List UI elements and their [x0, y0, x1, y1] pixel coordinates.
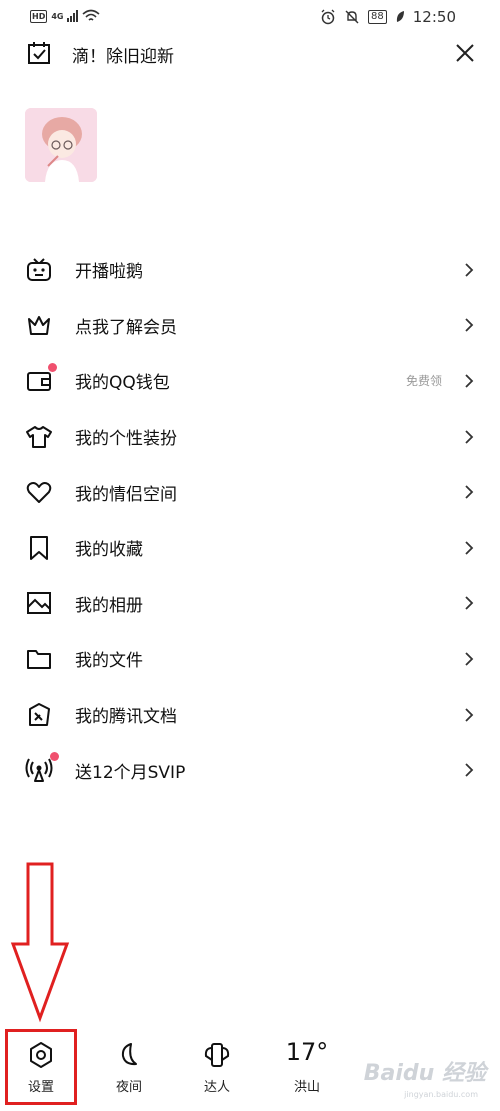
trophy-wings-icon	[204, 1043, 230, 1067]
avatar-illustration	[25, 108, 97, 182]
menu-item-dressup[interactable]: 我的个性装扮	[0, 409, 500, 465]
drawer-menu: 开播啦鹅 点我了解会员 我的QQ钱包 免费领 我的个性装扮 我的情侣空间 我的收…	[0, 242, 500, 798]
menu-item-favorites[interactable]: 我的收藏	[0, 520, 500, 576]
bookmark-icon	[30, 535, 48, 560]
chevron-right-icon	[465, 485, 474, 499]
night-label: 夜间	[115, 1080, 142, 1095]
status-left: HD 4G	[30, 9, 101, 23]
moon-icon	[121, 1043, 137, 1066]
heart-icon	[26, 482, 52, 504]
menu-item-wallet[interactable]: 我的QQ钱包 免费领	[0, 353, 500, 409]
crown-icon	[28, 316, 50, 336]
settings-button[interactable]: 设置	[8, 1030, 74, 1104]
chevron-right-icon	[465, 318, 474, 333]
settings-icon	[30, 1042, 52, 1068]
watermark-url: jingyan.baidu.com	[404, 1090, 478, 1099]
close-icon[interactable]	[452, 40, 478, 66]
chevron-right-icon	[465, 707, 474, 722]
chevron-right-icon	[465, 596, 474, 610]
signal-icon	[67, 10, 79, 22]
notification-dot	[50, 752, 59, 762]
status-right: 88 12:50	[320, 8, 456, 26]
menu-item-tencent-docs[interactable]: 我的腾讯文档	[0, 687, 500, 743]
chevron-right-icon	[465, 652, 474, 666]
menu-item-label: 开播啦鹅	[75, 262, 143, 283]
menu-item-album[interactable]: 我的相册	[0, 576, 500, 632]
wallet-icon	[27, 371, 51, 391]
mute-icon	[345, 10, 359, 24]
clock: 12:50	[412, 8, 456, 26]
watermark-logo: Baidu 经验	[363, 1061, 486, 1086]
menu-item-membership[interactable]: 点我了解会员	[0, 298, 500, 354]
chevron-right-icon	[465, 263, 474, 277]
tshirt-icon	[26, 425, 52, 448]
settings-label: 设置	[27, 1080, 54, 1095]
calendar-check-icon[interactable]	[26, 40, 52, 66]
weather-widget[interactable]: 17° 洪山	[274, 1030, 340, 1104]
menu-item-couple-space[interactable]: 我的情侣空间	[0, 464, 500, 520]
free-claim-hint: 免费领	[405, 374, 442, 389]
menu-item-label: 我的腾讯文档	[75, 707, 177, 728]
document-icon	[29, 702, 50, 726]
chevron-right-icon	[465, 429, 474, 444]
talent-label: 达人	[203, 1080, 230, 1095]
hd-badge: HD	[30, 9, 48, 23]
chevron-right-icon	[465, 541, 474, 555]
network-type: 4G	[51, 11, 64, 21]
menu-item-label: 我的相册	[75, 595, 143, 616]
leaf-icon	[396, 11, 404, 22]
menu-item-label: 我的QQ钱包	[75, 373, 170, 394]
drawer-header: 滴！除旧迎新	[0, 36, 500, 72]
menu-item-label: 我的个性装扮	[75, 429, 177, 450]
chevron-right-icon	[465, 374, 474, 388]
menu-item-label: 我的情侣空间	[75, 484, 177, 505]
tv-robot-icon	[27, 258, 51, 281]
talent-button[interactable]: 达人	[184, 1030, 250, 1104]
menu-item-label: 我的文件	[75, 651, 143, 672]
greeting-text[interactable]: 滴！除旧迎新	[72, 42, 174, 67]
menu-item-svip-gift[interactable]: 送12个月SVIP	[0, 742, 500, 798]
alarm-icon	[321, 9, 335, 25]
menu-item-live[interactable]: 开播啦鹅	[0, 242, 500, 298]
folder-icon	[27, 649, 51, 669]
weather-city: 洪山	[293, 1080, 320, 1095]
annotation-arrow	[10, 862, 70, 1023]
chevron-right-icon	[465, 763, 474, 777]
weather-temperature: 17°	[285, 1038, 329, 1066]
battery-level: 88	[368, 10, 387, 24]
broadcast-icon	[25, 758, 53, 783]
night-mode-button[interactable]: 夜间	[96, 1030, 162, 1104]
notification-dot	[48, 363, 57, 373]
photo-icon	[27, 592, 51, 615]
menu-item-files[interactable]: 我的文件	[0, 631, 500, 687]
avatar[interactable]	[25, 108, 97, 182]
menu-item-label: 送12个月SVIP	[75, 762, 186, 783]
menu-item-label: 我的收藏	[75, 540, 143, 561]
wifi-icon	[82, 9, 101, 21]
status-bar: HD 4G 88 12:50	[0, 0, 500, 36]
menu-item-label: 点我了解会员	[75, 317, 177, 338]
